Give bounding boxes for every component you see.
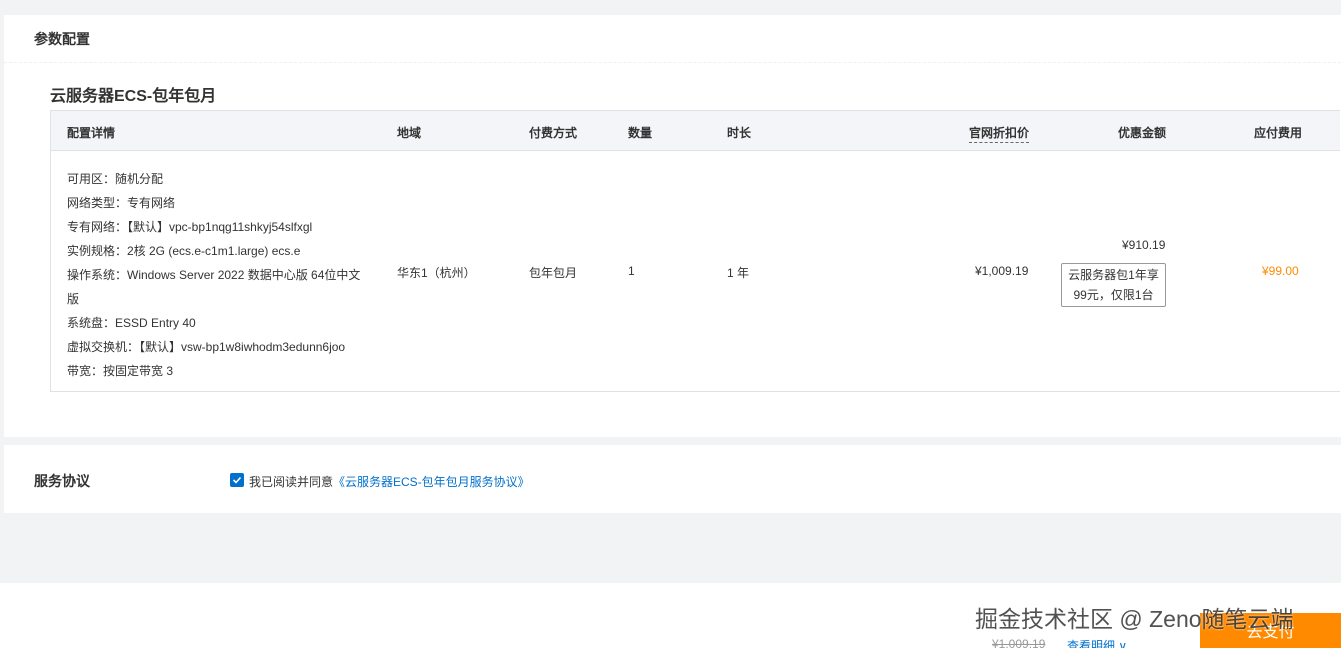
config-line: 操作系统：Windows Server 2022 数据中心版 64位中文版 [67,268,361,306]
config-line: 实例规格：2核 2G (ecs.e-c1m1.large) ecs.e [67,244,301,258]
chevron-down-icon: ∨ [1118,639,1128,648]
header-payable: 应付费用 [1254,126,1303,140]
header-config: 配置详情 [67,126,116,140]
agreement-prefix: 我已阅读并同意 [249,475,334,489]
header-discount: 优惠金额 [1118,126,1167,140]
watermark: 掘金技术社区 @ Zeno随笔云端 [975,606,1294,632]
region-value: 华东1（杭州） [397,266,476,280]
list-price-value: ¥1,009.19 [975,264,1029,278]
config-line: 网络类型：专有网络 [67,196,176,210]
header-quantity: 数量 [628,126,653,140]
config-line: 带宽：按固定带宽 3 [67,364,174,378]
product-title: 云服务器ECS-包年包月 [50,88,217,105]
table-row: 可用区：随机分配 网络类型：专有网络 专有网络：【默认】vpc-bp1nqg11… [51,151,1340,391]
header-payment: 付费方式 [529,126,578,140]
agreement-checkbox[interactable] [230,473,244,487]
table-header: 配置详情 地域 付费方式 数量 时长 官网折扣价 优惠金额 应付费用 [51,111,1340,151]
agreement-text: 我已阅读并同意《云服务器ECS-包年包月服务协议》 [249,473,530,490]
quantity-value: 1 [628,264,635,278]
section-title: 参数配置 [4,15,1341,63]
discount-amount: ¥910.19 [1122,238,1166,252]
config-line: 专有网络：【默认】vpc-bp1nqg11shkyj54slfxgl [67,220,313,234]
view-details-label: 查看明细 [1067,639,1116,648]
header-duration: 时长 [727,126,752,140]
view-details-link[interactable]: 查看明细 ∨ [1067,637,1127,648]
header-region: 地域 [397,126,422,140]
agreement-link[interactable]: 《云服务器ECS-包年包月服务协议》 [333,475,530,489]
payment-value: 包年包月 [529,266,578,280]
config-details: 可用区：随机分配 网络类型：专有网络 专有网络：【默认】vpc-bp1nqg11… [67,167,372,383]
order-table: 配置详情 地域 付费方式 数量 时长 官网折扣价 优惠金额 应付费用 可用区：随… [50,110,1340,392]
agreement-panel: 服务协议 我已阅读并同意《云服务器ECS-包年包月服务协议》 [4,445,1341,513]
config-line: 虚拟交换机：【默认】vsw-bp1w8iwhodm3edunn6joo [67,340,346,354]
header-list-price[interactable]: 官网折扣价 [969,124,1030,143]
config-line: 可用区：随机分配 [67,172,164,186]
duration-value: 1 年 [727,266,750,280]
promo-tag: 云服务器包1年享99元，仅限1台 [1061,263,1166,307]
payable-value: ¥99.00 [1262,264,1299,278]
original-price: ¥1,009.19 [992,637,1046,648]
check-icon [232,476,242,484]
config-line: 系统盘：ESSD Entry 40 [67,316,196,330]
agreement-label: 服务协议 [34,473,90,489]
